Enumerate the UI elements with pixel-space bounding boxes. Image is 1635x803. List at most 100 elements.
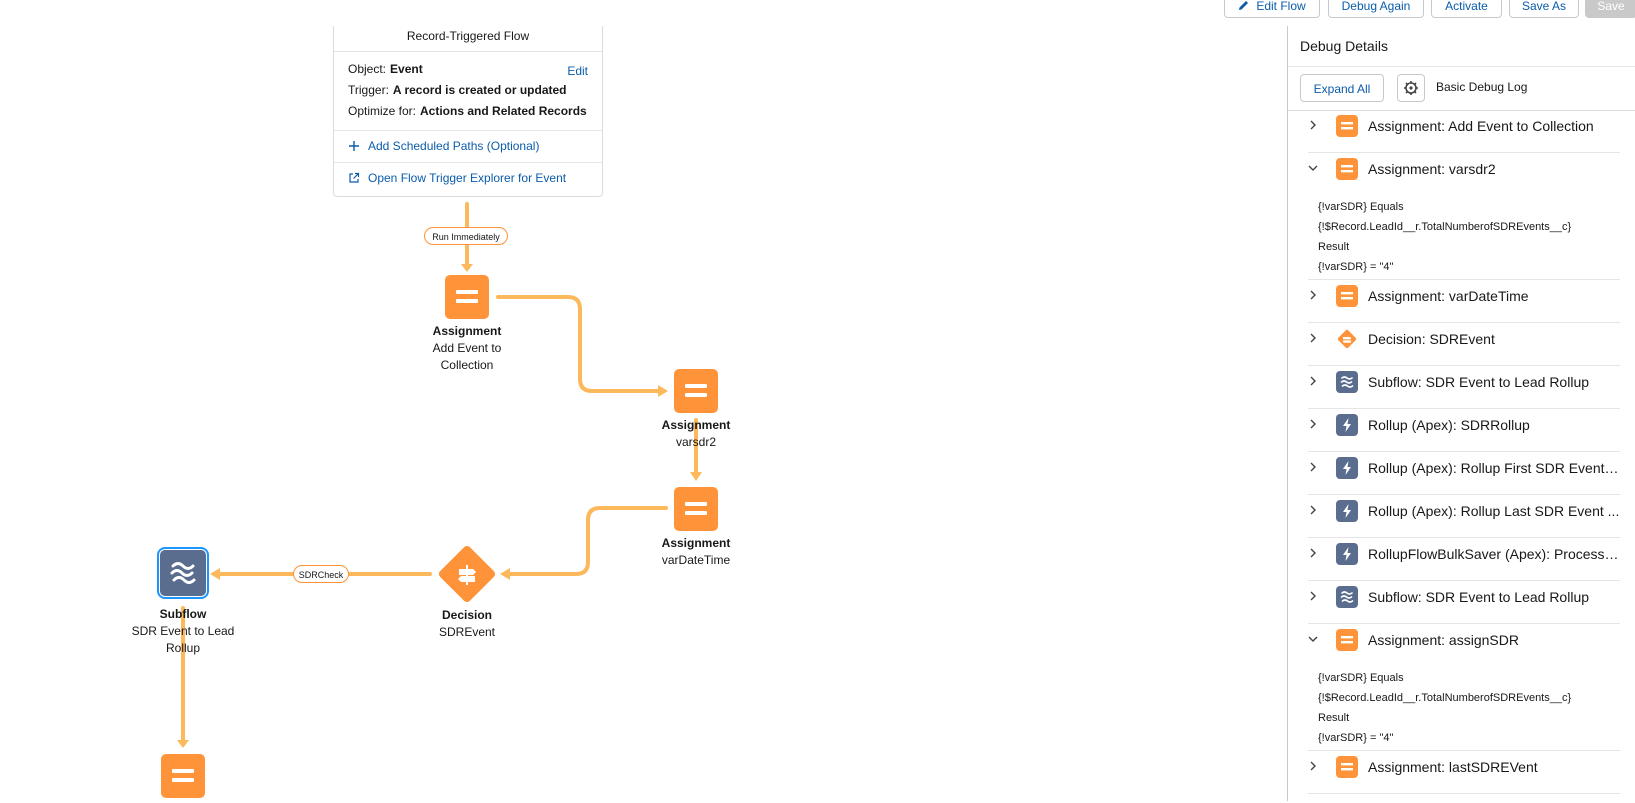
debug-entry[interactable]: Rollup (Apex): Rollup First SDR Event ..… bbox=[1296, 452, 1620, 495]
debug-details-panel: Debug Details Expand All Basic Debug Log… bbox=[1287, 26, 1635, 801]
add-scheduled-paths-link[interactable]: Add Scheduled Paths (Optional) bbox=[348, 139, 539, 153]
decision-node-sdrevent-label: Decision SDREvent bbox=[397, 607, 537, 641]
open-explorer-label: Open Flow Trigger Explorer for Event bbox=[368, 171, 567, 185]
arrowhead-3 bbox=[690, 472, 702, 481]
edit-flow-label: Edit Flow bbox=[1256, 0, 1306, 13]
arrowhead-2 bbox=[658, 385, 668, 397]
activate-button[interactable]: Activate bbox=[1431, 0, 1502, 18]
assignment-node-varsdr2[interactable] bbox=[674, 369, 718, 413]
chevron-right-icon[interactable] bbox=[1308, 505, 1318, 515]
subflow-node-sdr-rollup[interactable] bbox=[157, 547, 209, 599]
entry-label: Decision: SDREvent bbox=[1368, 331, 1495, 347]
lightning-icon bbox=[1343, 418, 1351, 432]
arrowhead-6 bbox=[177, 740, 189, 748]
add-paths-label: Add Scheduled Paths (Optional) bbox=[368, 139, 540, 153]
assignment-icon bbox=[685, 384, 707, 397]
flow-canvas[interactable]: Record-Triggered Flow Object: Event Edit … bbox=[0, 26, 1287, 801]
subflow-icon bbox=[1340, 591, 1354, 603]
chevron-right-icon[interactable] bbox=[1308, 290, 1318, 300]
node-name: varDateTime bbox=[661, 553, 731, 567]
object-value: Event bbox=[390, 62, 423, 76]
node-type: Assignment bbox=[661, 536, 731, 550]
entry-label: Rollup (Apex): SDRRollup bbox=[1368, 417, 1530, 433]
detail-line: Result bbox=[1318, 712, 1350, 724]
expand-all-button[interactable]: Expand All bbox=[1300, 74, 1384, 102]
decision-icon bbox=[1337, 329, 1357, 349]
assignment-node-vardatetime[interactable] bbox=[674, 487, 718, 531]
debug-entry[interactable]: Assignment: lastSDREVent bbox=[1296, 751, 1620, 794]
chevron-right-icon[interactable] bbox=[1308, 462, 1318, 472]
activate-label: Activate bbox=[1445, 0, 1488, 13]
start-element-card[interactable]: Record-Triggered Flow Object: Event Edit … bbox=[333, 26, 603, 197]
entry-type-icon bbox=[1336, 586, 1358, 608]
lightning-icon bbox=[1343, 461, 1351, 475]
sdrcheck-pill[interactable]: SDRCheck bbox=[293, 565, 349, 583]
debug-entry[interactable]: Assignment: assignSDR {!varSDR} Equals {!$… bbox=[1296, 624, 1620, 751]
open-trigger-explorer-link[interactable]: Open Flow Trigger Explorer for Event bbox=[348, 171, 566, 185]
chevron-right-icon[interactable] bbox=[1308, 376, 1318, 386]
node-type: Subflow bbox=[159, 607, 207, 621]
debug-settings-button[interactable] bbox=[1397, 74, 1425, 102]
entry-type-icon bbox=[1336, 414, 1358, 436]
entry-label: Assignment: Add Event to Collection bbox=[1368, 118, 1594, 134]
assignment-icon bbox=[1341, 122, 1353, 130]
card-divider bbox=[334, 162, 602, 163]
debug-entry[interactable]: Assignment: varsdr2 {!varSDR} Equals {!$Re… bbox=[1296, 153, 1620, 280]
save-button[interactable]: Save bbox=[1585, 0, 1635, 18]
chevron-right-icon[interactable] bbox=[1308, 333, 1318, 343]
node-name: SDR Event to Lead Rollup bbox=[131, 624, 235, 655]
entry-label: RollupFlowBulkSaver (Apex): Process ... bbox=[1368, 546, 1620, 562]
chevron-right-icon[interactable] bbox=[1308, 761, 1318, 771]
entry-type-icon bbox=[1336, 115, 1358, 137]
chevron-right-icon[interactable] bbox=[1308, 591, 1318, 601]
chevron-down-icon[interactable] bbox=[1308, 163, 1318, 173]
assignment-icon bbox=[1341, 165, 1353, 173]
assignment-node-next[interactable] bbox=[161, 754, 205, 798]
detail-line: Result bbox=[1318, 241, 1350, 253]
assignment-node-varsdr2-label: Assignment varsdr2 bbox=[626, 417, 766, 451]
assignment-icon bbox=[172, 769, 194, 782]
debug-again-label: Debug Again bbox=[1341, 0, 1411, 13]
optimize-value: Actions and Related Records bbox=[420, 104, 587, 118]
entry-type-icon bbox=[1336, 328, 1358, 350]
debug-again-button[interactable]: Debug Again bbox=[1328, 0, 1424, 18]
chevron-right-icon[interactable] bbox=[1308, 419, 1318, 429]
arrowhead-5 bbox=[210, 568, 220, 580]
assignment-icon bbox=[456, 290, 478, 303]
save-as-button[interactable]: Save As bbox=[1509, 0, 1579, 18]
assignment-icon bbox=[1341, 636, 1353, 644]
debug-entry[interactable]: Subflow: SDR Event to Lead Rollup bbox=[1296, 366, 1620, 409]
optimize-label: Optimize for: bbox=[348, 104, 417, 118]
debug-entry[interactable]: Decision: SDREvent bbox=[1296, 323, 1620, 366]
chevron-right-icon[interactable] bbox=[1308, 120, 1318, 130]
entry-label: Assignment: assignSDR bbox=[1368, 632, 1519, 648]
entry-type-icon bbox=[1336, 457, 1358, 479]
edit-flow-button[interactable]: Edit Flow bbox=[1224, 0, 1320, 18]
debug-entry[interactable]: Rollup (Apex): SDRRollup bbox=[1296, 409, 1620, 452]
assignment-icon bbox=[1341, 763, 1353, 771]
edit-trigger-link[interactable]: Edit bbox=[567, 64, 588, 78]
pencil-icon bbox=[1239, 1, 1249, 10]
debug-entry[interactable]: Assignment: varDateTime bbox=[1296, 280, 1620, 323]
entry-label: Subflow: SDR Event to Lead Rollup bbox=[1368, 374, 1590, 390]
assignment-icon bbox=[1341, 292, 1353, 300]
plus-icon bbox=[349, 141, 359, 151]
chevron-right-icon[interactable] bbox=[1308, 548, 1318, 558]
start-card-title: Record-Triggered Flow bbox=[334, 26, 602, 52]
debug-entry[interactable]: Assignment: Add Event to Collection bbox=[1296, 110, 1620, 153]
chevron-down-icon[interactable] bbox=[1308, 634, 1318, 644]
entry-type-icon bbox=[1336, 629, 1358, 651]
debug-entry[interactable]: Subflow: SDR Event to Lead Rollup bbox=[1296, 581, 1620, 624]
assignment-node-add-event[interactable] bbox=[445, 275, 489, 319]
arrowhead-4 bbox=[500, 568, 510, 580]
detail-line: {!varSDR} = "4" bbox=[1318, 261, 1394, 273]
run-immediately-pill[interactable]: Run Immediately bbox=[424, 227, 508, 245]
debug-entry[interactable]: RollupFlowBulkSaver (Apex): Process ... bbox=[1296, 538, 1620, 581]
basic-debug-log-label: Basic Debug Log bbox=[1436, 80, 1528, 94]
entry-details: {!varSDR} Equals {!$Record.LeadId__r.Tota… bbox=[1318, 668, 1571, 748]
debug-entry[interactable]: Rollup (Apex): Rollup Last SDR Event ... bbox=[1296, 495, 1620, 538]
assignment-node-add-event-label: Assignment Add Event to Collection bbox=[397, 323, 537, 374]
entry-type-icon bbox=[1336, 543, 1358, 565]
entry-type-icon bbox=[1336, 500, 1358, 522]
node-name: SDREvent bbox=[438, 625, 496, 639]
